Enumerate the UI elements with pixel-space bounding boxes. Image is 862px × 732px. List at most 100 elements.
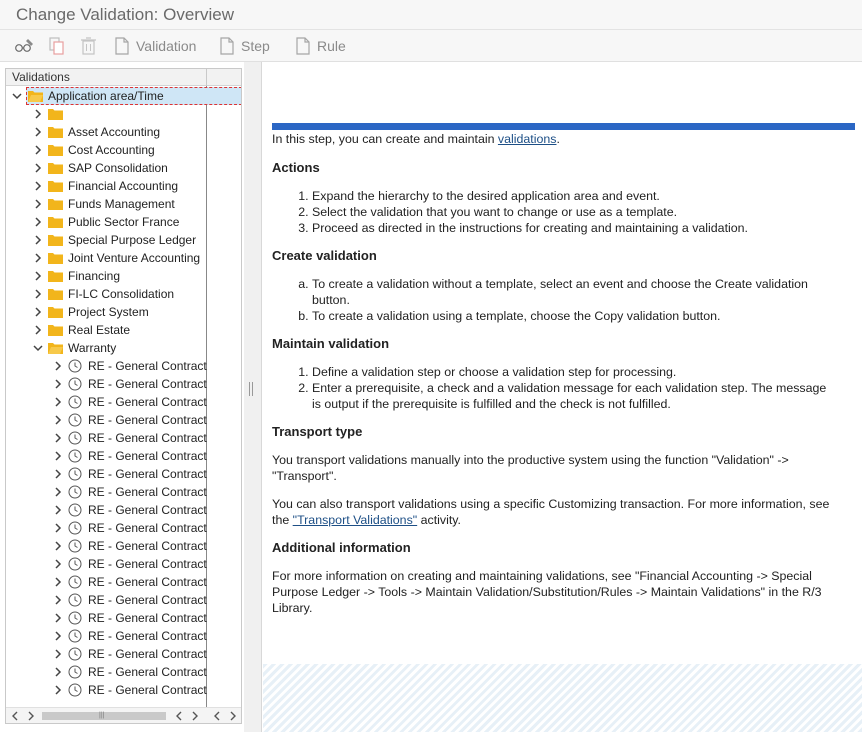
tree-event-node[interactable]: RE - General Contract [6,537,241,555]
expand-arrow-icon[interactable] [53,559,63,569]
tree-event-node[interactable]: RE - General Contract [6,501,241,519]
expand-arrow-icon[interactable] [53,487,63,497]
tree-event-node[interactable]: RE - General Contract [6,357,241,375]
scroll-right-icon[interactable] [228,711,238,721]
tree-event-node[interactable]: RE - General Contract [6,645,241,663]
tree-folder-node[interactable]: SAP Consolidation [6,159,241,177]
tree-node-label: RE - General Contract [88,359,207,373]
copy-button[interactable] [47,35,67,57]
expand-arrow-icon[interactable] [53,541,63,551]
tree-root-node[interactable]: Application area/Time [6,87,241,105]
tree-event-node[interactable]: RE - General Contract [6,609,241,627]
expand-arrow-icon[interactable] [33,271,43,281]
expand-arrow-icon[interactable] [33,145,43,155]
transport-validations-link[interactable]: "Transport Validations" [293,513,418,527]
expand-arrow-icon[interactable] [53,595,63,605]
tree-event-node[interactable]: RE - General Contract [6,555,241,573]
expand-arrow-icon[interactable] [33,253,43,263]
tree-folder-node[interactable] [6,105,241,123]
expand-arrow-icon[interactable] [53,613,63,623]
clock-icon [68,449,82,463]
expand-arrow-icon[interactable] [53,685,63,695]
tree-folder-node[interactable]: Cost Accounting [6,141,241,159]
tree-event-node[interactable]: RE - General Contract [6,447,241,465]
tree-event-node[interactable]: RE - General Contract [6,627,241,645]
documentation-panel: In this step, you can create and maintai… [263,62,862,732]
tree-event-node[interactable]: RE - General Contract [6,393,241,411]
tree-folder-node[interactable]: Joint Venture Accounting [6,249,241,267]
expand-arrow-icon[interactable] [33,181,43,191]
validations-link[interactable]: validations [498,132,557,146]
expand-arrow-icon[interactable] [53,505,63,515]
tree-event-node[interactable]: RE - General Contract [6,465,241,483]
collapse-arrow-icon[interactable] [12,91,22,101]
expand-arrow-icon[interactable] [33,163,43,173]
tree-event-node[interactable]: RE - General Contract [6,573,241,591]
scroll-left-icon[interactable] [174,711,184,721]
tree-folder-node[interactable]: FI-LC Consolidation [6,285,241,303]
tree-folder-node[interactable]: Real Estate [6,321,241,339]
expand-arrow-icon[interactable] [33,235,43,245]
folder-icon [48,109,63,120]
tree-folder-node-expanded[interactable]: Warranty [6,339,241,357]
tree-event-node[interactable]: RE - General Contract [6,663,241,681]
expand-arrow-icon[interactable] [33,127,43,137]
expand-arrow-icon[interactable] [53,415,63,425]
expand-arrow-icon[interactable] [33,199,43,209]
intro-paragraph: In this step, you can create and maintai… [272,131,832,147]
tree-node-label: RE - General Contract [88,611,207,625]
expand-arrow-icon[interactable] [33,325,43,335]
tree-folder-node[interactable]: Funds Management [6,195,241,213]
expand-arrow-icon[interactable] [53,649,63,659]
scroll-left-icon[interactable] [10,711,20,721]
open-folder-icon [28,91,43,102]
tree-folder-node[interactable]: Special Purpose Ledger [6,231,241,249]
list-item: Define a validation step or choose a val… [312,364,832,380]
tree-event-node[interactable]: RE - General Contract [6,591,241,609]
expand-arrow-icon[interactable] [53,433,63,443]
horizontal-scroll-thumb[interactable]: ||| [42,712,166,720]
expand-arrow-icon[interactable] [53,361,63,371]
folder-icon [48,145,63,156]
expand-arrow-icon[interactable] [53,397,63,407]
folder-icon [48,217,63,228]
tree-horizontal-scrollbar[interactable]: ||| [6,707,241,723]
tree-folder-node[interactable]: Financing [6,267,241,285]
tree-folder-node[interactable]: Financial Accounting [6,177,241,195]
tree-event-node[interactable]: RE - General Contract [6,519,241,537]
tree-event-node[interactable]: RE - General Contract [6,483,241,501]
tree-folder-node[interactable]: Project System [6,303,241,321]
column-separator[interactable] [206,69,207,86]
expand-arrow-icon[interactable] [33,217,43,227]
tree-event-node[interactable]: RE - General Contract [6,681,241,699]
tree-header: Validations [6,69,241,86]
tree-folder-node[interactable]: Public Sector France [6,213,241,231]
tree-event-node[interactable]: RE - General Contract [6,429,241,447]
step-button[interactable]: Step [219,35,270,57]
tree-event-node[interactable]: RE - General Contract [6,375,241,393]
delete-button[interactable] [80,35,98,57]
scroll-right-icon[interactable] [190,711,200,721]
expand-arrow-icon[interactable] [33,289,43,299]
scroll-left-icon[interactable] [212,711,222,721]
collapse-arrow-icon[interactable] [33,343,43,353]
display-change-button[interactable] [14,35,36,57]
expand-arrow-icon[interactable] [33,307,43,317]
validation-button[interactable]: Validation [114,35,196,57]
expand-arrow-icon[interactable] [53,577,63,587]
expand-arrow-icon[interactable] [33,109,43,119]
scroll-right-icon[interactable] [26,711,36,721]
expand-arrow-icon[interactable] [53,469,63,479]
rule-button[interactable]: Rule [295,35,346,57]
expand-arrow-icon[interactable] [53,667,63,677]
tree-event-node[interactable]: RE - General Contract [6,411,241,429]
pane-splitter[interactable] [244,62,262,732]
expand-arrow-icon[interactable] [53,631,63,641]
expand-arrow-icon[interactable] [53,523,63,533]
expand-arrow-icon[interactable] [53,379,63,389]
additional-information-paragraph: For more information on creating and mai… [272,569,822,615]
tree-folder-node[interactable]: Asset Accounting [6,123,241,141]
trash-icon [81,37,96,55]
tree-node-label: RE - General Contract [88,467,207,481]
expand-arrow-icon[interactable] [53,451,63,461]
